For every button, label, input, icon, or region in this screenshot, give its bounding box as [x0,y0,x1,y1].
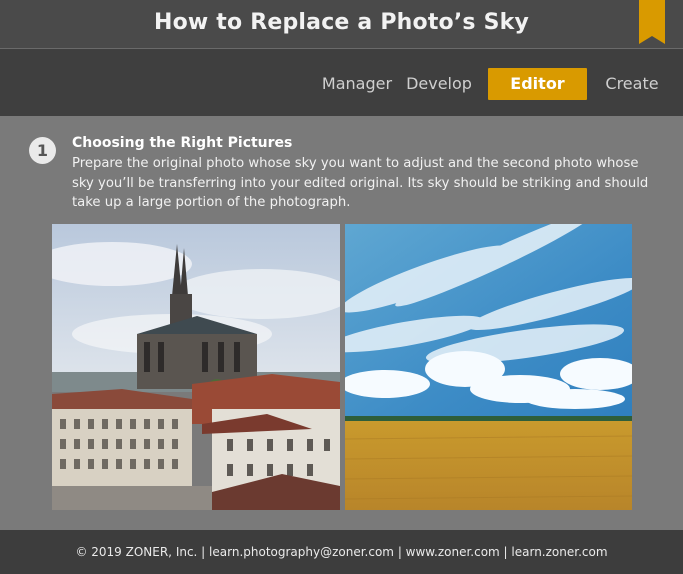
sky-field-photo [345,224,632,510]
main-content: 1 Choosing the Right Pictures Prepare th… [0,116,683,530]
tab-editor[interactable]: Editor [488,68,587,100]
tab-manager[interactable]: Manager [321,68,393,100]
page-header: How to Replace a Photo’s Sky [0,0,683,48]
city-cathedral-photo [52,224,340,510]
page-title: How to Replace a Photo’s Sky [154,10,529,35]
step-description: Prepare the original photo whose sky you… [72,156,649,210]
step-title: Choosing the Right Pictures [72,135,293,151]
nav-bar: Manager Develop Editor Create [0,49,683,116]
tab-create[interactable]: Create [602,68,662,100]
bookmark-icon[interactable] [639,0,665,44]
tab-develop[interactable]: Develop [405,68,473,100]
step-number-badge: 1 [29,137,56,164]
page-footer: © 2019 ZONER, Inc. | learn.photography@z… [0,530,683,574]
